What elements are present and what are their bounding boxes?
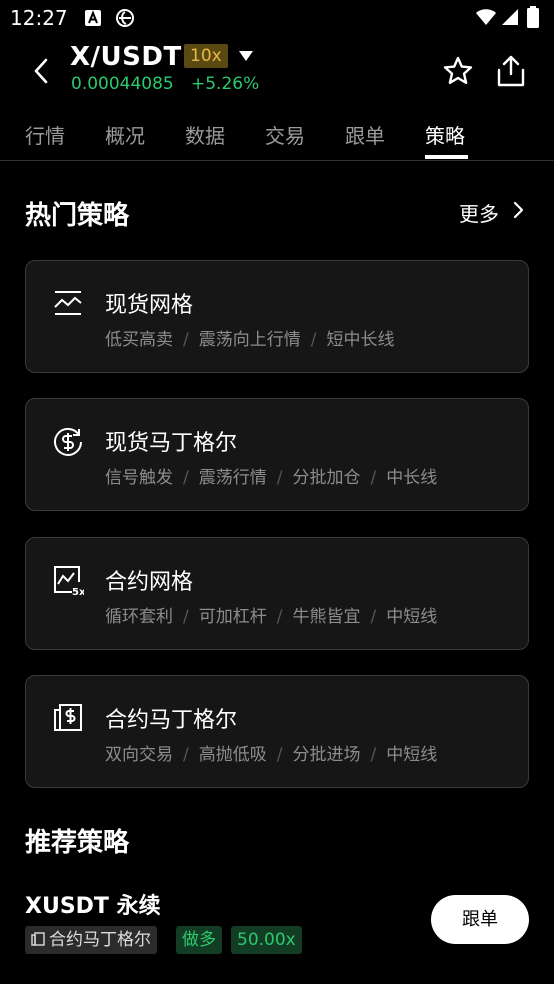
recommended-strategies-title: 推荐策略 [25, 828, 130, 858]
card-title: 合约网格 [105, 570, 194, 595]
follow-button[interactable]: 跟单 [431, 895, 529, 944]
card-tags: 循环套利 / 可加杠杆 / 牛熊皆宜 / 中短线 [105, 607, 438, 627]
battery-icon [527, 6, 539, 28]
tab-trade[interactable]: 交易 [265, 120, 305, 149]
tab-market[interactable]: 行情 [25, 120, 65, 149]
share-icon[interactable] [495, 54, 527, 88]
tabs-divider [0, 160, 554, 161]
tab-data[interactable]: 数据 [185, 120, 225, 149]
strategy-card-contract-grid[interactable]: 5x 合约网格 循环套利 / 可加杠杆 / 牛熊皆宜 / 中短线 [25, 537, 529, 650]
hot-strategies-title: 热门策略 [25, 201, 130, 231]
dollar-cycle-icon [54, 427, 82, 456]
signal-icon [502, 9, 518, 25]
edge-browser-icon [116, 9, 134, 27]
star-icon[interactable] [442, 55, 474, 87]
active-tab-indicator [425, 155, 468, 159]
card-title: 现货网格 [105, 293, 194, 318]
wifi-icon [476, 9, 496, 25]
svg-text:5x: 5x [72, 587, 84, 596]
grid-chart-icon [54, 291, 82, 315]
tab-strategy[interactable]: 策略 [425, 120, 465, 149]
contract-dollar-icon [54, 704, 82, 731]
strategy-type-chip: 合约马丁格尔 [25, 926, 157, 954]
contract-dollar-icon [31, 932, 45, 946]
more-label: 更多 [459, 202, 499, 226]
direction-chip: 做多 [176, 926, 222, 954]
status-time: 12:27 [10, 6, 68, 30]
strategy-card-spot-martingale[interactable]: 现货马丁格尔 信号触发 / 震荡行情 / 分批加仓 / 中长线 [25, 398, 529, 511]
price-change: +5.26% [191, 74, 260, 94]
card-tags: 信号触发 / 震荡行情 / 分批加仓 / 中长线 [105, 468, 438, 488]
chevron-right-icon[interactable] [512, 201, 524, 219]
card-tags: 双向交易 / 高抛低吸 / 分批进场 / 中短线 [105, 745, 438, 765]
leverage-badge: 10x [184, 44, 228, 68]
tab-copy-trading[interactable]: 跟单 [345, 120, 385, 149]
font-app-icon [85, 10, 101, 26]
card-title: 合约马丁格尔 [105, 708, 238, 733]
card-tags: 低买高卖 / 震荡向上行情 / 短中长线 [105, 330, 395, 350]
strategy-card-spot-grid[interactable]: 现货网格 低买高卖 / 震荡向上行情 / 短中长线 [25, 260, 529, 373]
contract-grid-5x-icon: 5x [54, 566, 84, 596]
dropdown-icon[interactable] [238, 50, 254, 62]
pair-title[interactable]: X/USDT [70, 42, 182, 72]
recommended-pair-name[interactable]: XUSDT 永续 [25, 888, 161, 920]
tab-overview[interactable]: 概况 [105, 120, 145, 149]
strategy-card-contract-martingale[interactable]: 合约马丁格尔 双向交易 / 高抛低吸 / 分批进场 / 中短线 [25, 675, 529, 788]
back-icon[interactable] [32, 58, 52, 84]
card-title: 现货马丁格尔 [105, 431, 238, 456]
more-link[interactable]: 更多 [459, 198, 499, 227]
last-price: 0.00044085 [71, 74, 174, 94]
leverage-chip: 50.00x [231, 926, 302, 954]
